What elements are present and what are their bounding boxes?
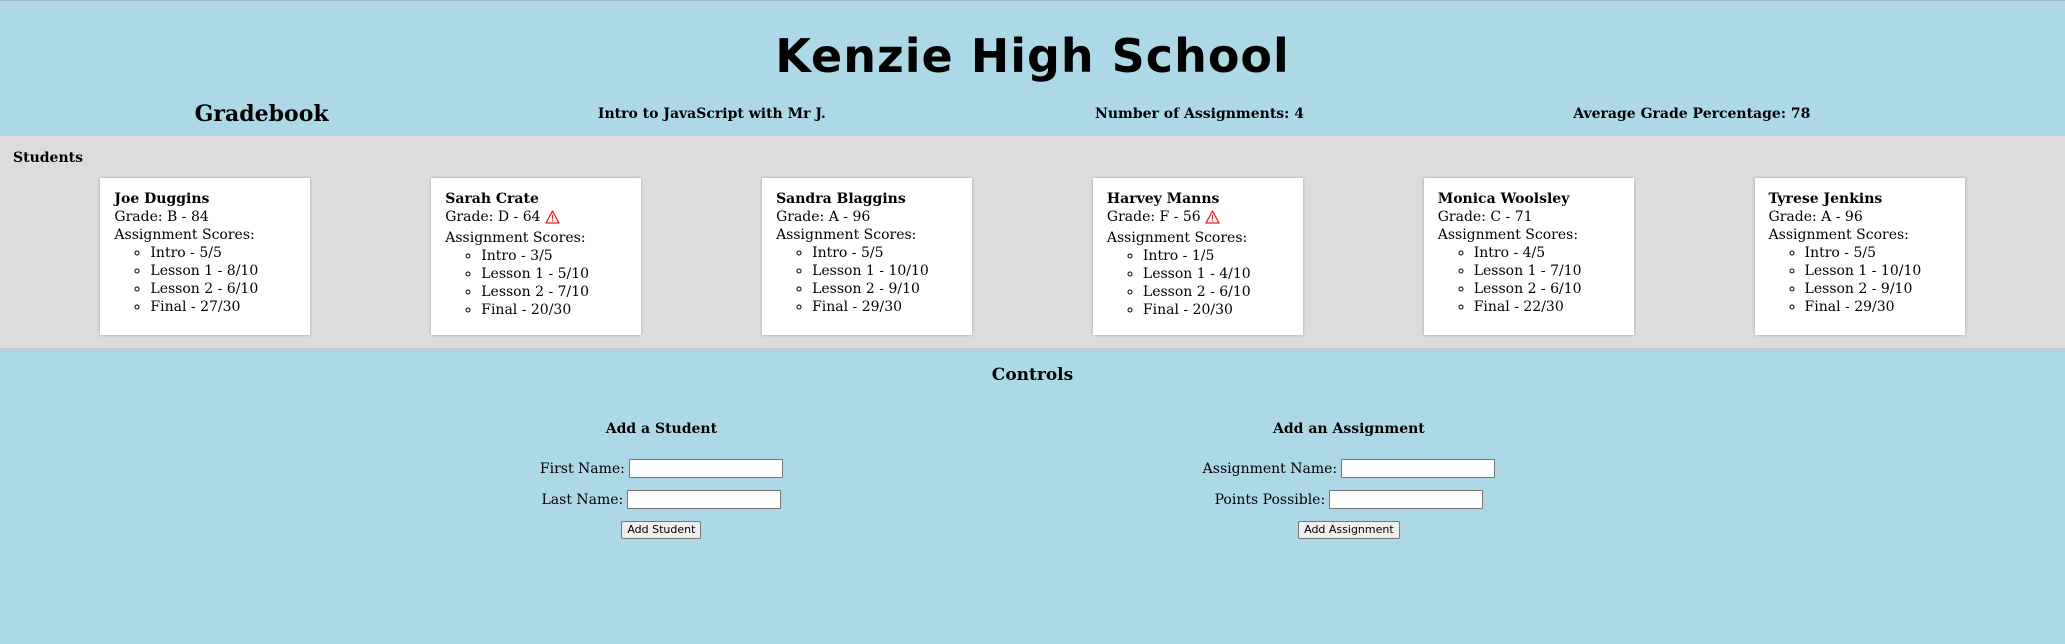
assignment-score: Intro - 5/5: [1805, 244, 1951, 262]
student-grade-row: Grade: D - 64: [445, 208, 627, 229]
assignment-score: Final - 22/30: [1474, 298, 1620, 316]
warning-icon: [1205, 210, 1220, 229]
student-grade-row: Grade: B - 84: [114, 208, 296, 226]
points-possible-input[interactable]: [1329, 490, 1484, 509]
assignment-score: Lesson 2 - 6/10: [1143, 283, 1289, 301]
add-assignment-form: Add an Assignment Assignment Name: Point…: [1202, 421, 1496, 539]
assignment-score: Lesson 1 - 7/10: [1474, 262, 1620, 280]
assignment-name-label: Assignment Name:: [1202, 460, 1338, 477]
course-name: Intro to JavaScript with Mr J.: [597, 106, 826, 122]
gradebook-heading: Gradebook: [194, 101, 329, 127]
points-possible-label: Points Possible:: [1214, 491, 1326, 508]
school-title: Kenzie High School: [775, 29, 1290, 83]
student-name: Joe Duggins: [114, 191, 210, 207]
student-grade: Grade: D - 64: [445, 209, 541, 225]
student-cards: Joe Duggins Grade: B - 84 Assignment Score…: [0, 178, 2065, 335]
student-name: Harvey Manns: [1106, 191, 1220, 207]
assignment-scores-list: Intro - 3/5Lesson 1 - 5/10Lesson 2 - 7/1…: [445, 247, 627, 319]
assignment-score: Final - 20/30: [1143, 301, 1289, 319]
first-name-label: First Name:: [539, 460, 625, 477]
assignment-name-input[interactable]: [1341, 459, 1496, 478]
last-name-label: Last Name:: [541, 491, 624, 508]
student-name: Tyrese Jenkins: [1768, 191, 1883, 207]
add-assignment-button[interactable]: Add Assignment: [1298, 520, 1400, 539]
assignment-scores-label: Assignment Scores:: [1768, 227, 1909, 243]
assignment-name-field-row: Assignment Name:: [1202, 459, 1496, 478]
gradebook-info-bar: Gradebook Intro to JavaScript with Mr J.…: [0, 97, 2065, 131]
average-grade: Average Grade Percentage: 78: [1573, 106, 1811, 122]
student-grade-row: Grade: C - 71: [1438, 208, 1620, 226]
student-card: Monica Woolsley Grade: C - 71 Assignment S…: [1423, 178, 1634, 335]
assignment-scores-list: Intro - 4/5Lesson 1 - 7/10Lesson 2 - 6/1…: [1438, 244, 1620, 316]
first-name-input[interactable]: [628, 459, 783, 478]
assignment-score: Lesson 1 - 8/10: [150, 262, 296, 280]
student-card: Sandra Blaggins Grade: A - 96 Assignment S…: [762, 178, 973, 335]
assignment-score: Final - 27/30: [150, 298, 296, 316]
student-name: Monica Woolsley: [1437, 191, 1570, 207]
assignment-scores-list: Intro - 5/5Lesson 1 - 8/10Lesson 2 - 6/1…: [114, 244, 296, 316]
first-name-field-row: First Name:: [540, 459, 783, 478]
student-card: Harvey Manns Grade: F - 56 Assignment Scor…: [1092, 178, 1303, 335]
add-student-button[interactable]: Add Student: [621, 520, 702, 539]
assignment-scores-list: Intro - 1/5Lesson 1 - 4/10Lesson 2 - 6/1…: [1107, 247, 1289, 319]
student-name: Sandra Blaggins: [776, 191, 906, 207]
assignment-count: Number of Assignments: 4: [1095, 106, 1304, 122]
assignment-scores-list: Intro - 5/5Lesson 1 - 10/10Lesson 2 - 9/…: [1769, 244, 1951, 316]
student-grade-row: Grade: A - 96: [776, 208, 958, 226]
assignment-score: Intro - 3/5: [481, 247, 627, 265]
assignment-scores-label: Assignment Scores:: [1106, 230, 1248, 246]
assignment-scores-label: Assignment Scores:: [776, 227, 917, 243]
student-grade-row: Grade: A - 96: [1769, 208, 1951, 226]
assignment-score: Final - 29/30: [812, 298, 958, 316]
controls-heading: Controls: [991, 365, 1074, 385]
assignment-score: Intro - 5/5: [150, 244, 296, 262]
student-grade: Grade: F - 56: [1106, 209, 1201, 225]
student-card: Sarah Crate Grade: D - 64 Assignment Score…: [431, 178, 642, 335]
assignment-score: Lesson 2 - 9/10: [812, 280, 958, 298]
students-heading: Students: [13, 150, 83, 166]
last-name-field-row: Last Name:: [540, 490, 783, 509]
student-grade-row: Grade: F - 56: [1107, 208, 1289, 229]
assignment-score: Lesson 1 - 5/10: [481, 265, 627, 283]
student-card: Joe Duggins Grade: B - 84 Assignment Score…: [100, 178, 311, 335]
assignment-score: Lesson 2 - 6/10: [1474, 280, 1620, 298]
assignment-score: Lesson 2 - 9/10: [1805, 280, 1951, 298]
student-grade: Grade: A - 96: [776, 209, 871, 225]
assignment-score: Intro - 5/5: [812, 244, 958, 262]
warning-icon: [544, 210, 560, 229]
student-grade: Grade: B - 84: [114, 209, 209, 225]
assignment-score: Lesson 1 - 10/10: [1805, 262, 1951, 280]
assignment-score: Final - 20/30: [481, 301, 627, 319]
student-card: Tyrese Jenkins Grade: A - 96 Assignment Sc…: [1754, 178, 1965, 335]
assignment-score: Lesson 1 - 4/10: [1143, 265, 1289, 283]
assignment-score: Intro - 1/5: [1143, 247, 1289, 265]
last-name-input[interactable]: [627, 490, 782, 509]
assignment-scores-label: Assignment Scores:: [445, 230, 586, 246]
student-grade: Grade: A - 96: [1768, 209, 1863, 225]
assignment-scores-list: Intro - 5/5Lesson 1 - 10/10Lesson 2 - 9/…: [776, 244, 958, 316]
assignment-scores-label: Assignment Scores:: [1437, 227, 1579, 243]
assignment-score: Lesson 2 - 6/10: [150, 280, 296, 298]
add-student-heading: Add a Student: [605, 421, 718, 437]
assignment-score: Lesson 2 - 7/10: [481, 283, 627, 301]
controls-row: Add a Student First Name: Last Name: Add…: [0, 421, 2065, 539]
student-grade: Grade: C - 71: [1437, 209, 1533, 225]
assignment-scores-label: Assignment Scores:: [114, 227, 255, 243]
assignment-score: Final - 29/30: [1805, 298, 1951, 316]
assignment-score: Intro - 4/5: [1474, 244, 1620, 262]
add-assignment-heading: Add an Assignment: [1273, 421, 1425, 437]
points-possible-field-row: Points Possible:: [1203, 490, 1495, 509]
student-name: Sarah Crate: [445, 191, 539, 207]
students-panel: Students Joe Duggins Grade: B - 84 Assignm…: [0, 135, 2065, 349]
assignment-score: Lesson 1 - 10/10: [812, 262, 958, 280]
add-student-form: Add a Student First Name: Last Name: Add…: [540, 421, 783, 539]
